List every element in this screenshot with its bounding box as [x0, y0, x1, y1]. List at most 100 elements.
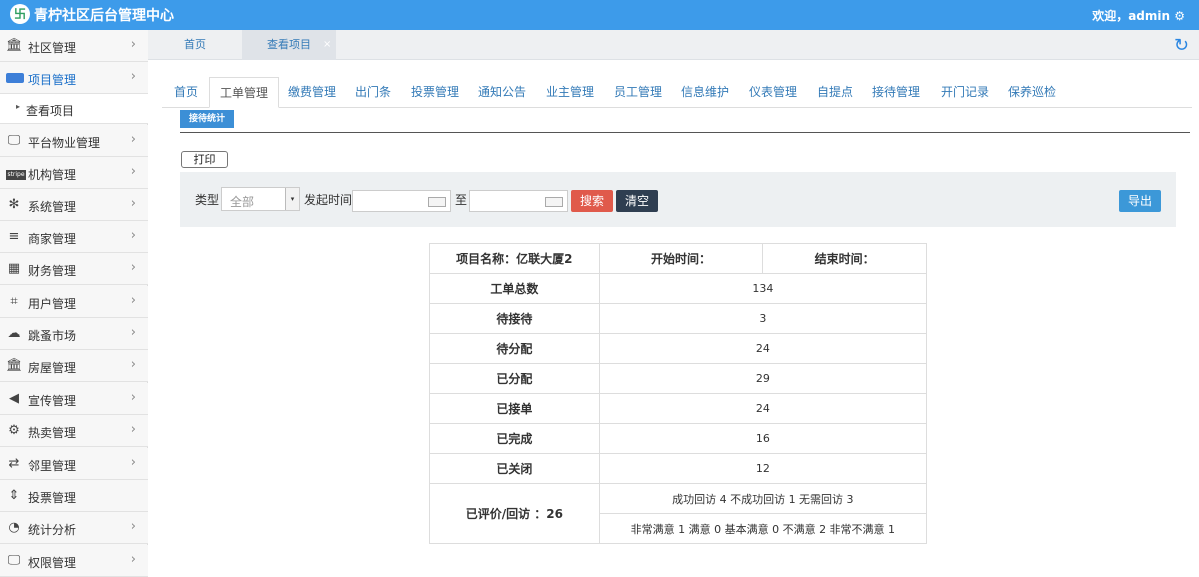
clear-button[interactable]: 清空 [616, 190, 658, 212]
sidebar-item-housing[interactable]: 🏛 房屋管理 › [0, 350, 148, 382]
subtab-door-record[interactable]: 开门记录 [941, 77, 989, 108]
sidebar-item-label: 项目管理 [28, 73, 77, 87]
sidebar-item-permissions[interactable]: 🖵 权限管理 › [0, 545, 148, 577]
start-time-label: 发起时间 [304, 193, 353, 207]
table-row: 已完成 16 [429, 423, 928, 454]
app-title: 青柠社区后台管理中心 [34, 8, 174, 24]
row-label: 工单总数 [429, 273, 600, 304]
sidebar-item-label: 统计分析 [28, 523, 77, 537]
refresh-icon[interactable]: ↻ [1174, 35, 1189, 56]
welcome-user-menu[interactable]: 欢迎，admin ⚙ [1092, 7, 1185, 24]
sidebar-item-flea-market[interactable]: ☁ 跳蚤市场 › [0, 318, 148, 350]
type-select-value: 全部 [230, 195, 255, 209]
sidebar-item-hot-sale[interactable]: ⚙ 热卖管理 › [0, 415, 148, 447]
table-row: 待分配 24 [429, 333, 928, 364]
table-row: 已评价/回访 ：26 成功回访 4 不成功回访 1 无需回访 3 [429, 483, 928, 544]
followup-summary: 成功回访 4 不成功回访 1 无需回访 3 [598, 483, 928, 514]
subtab-exit-pass[interactable]: 出门条 [355, 77, 391, 108]
end-time-cell: 结束时间： [762, 243, 927, 274]
sidebar-item-label: 平台物业管理 [28, 136, 101, 150]
chevron-right-icon: › [130, 390, 136, 405]
table-row: 待接待 3 [429, 303, 928, 334]
tab-view-project[interactable]: 查看项目 [242, 30, 336, 60]
chevron-right-icon: › [130, 357, 136, 372]
chevron-right-icon: › [130, 37, 136, 52]
stripe-icon: stripe [6, 170, 26, 180]
bank-icon: 🏛 [6, 38, 23, 53]
table-row: 已接单 24 [429, 393, 928, 424]
start-time-cell: 开始时间： [598, 243, 764, 274]
sidebar-item-project[interactable]: 项目管理 › [0, 62, 148, 94]
tab-home[interactable]: 首页 [148, 30, 242, 60]
export-button[interactable]: 导出 [1119, 190, 1161, 212]
table-row: 已关闭 12 [429, 453, 928, 484]
sidebar-item-community[interactable]: 🏛 社区管理 › [0, 30, 148, 62]
subtab-home[interactable]: 首页 [174, 77, 198, 108]
subtab-reception[interactable]: 接待管理 [872, 77, 920, 108]
chevron-right-icon: › [130, 260, 136, 275]
row-label: 已完成 [429, 423, 600, 454]
sidebar-item-finance[interactable]: ▦ 财务管理 › [0, 253, 148, 285]
subtab-work-order[interactable]: 工单管理 [209, 77, 280, 108]
row-value: 134 [598, 273, 928, 304]
evaluation-label: 已评价/回访 ：26 [429, 483, 600, 544]
sidebar-item-publicity[interactable]: ◀ 宣传管理 › [0, 383, 148, 415]
subtab-meter[interactable]: 仪表管理 [749, 77, 797, 108]
subtab-payment[interactable]: 缴费管理 [288, 77, 336, 108]
sidebar-subitem-label: 查看项目 [26, 104, 75, 118]
sidebar-subitem-view-project[interactable]: ▸ 查看项目 [0, 94, 148, 124]
reception-stats-button[interactable]: 接待统计 [180, 110, 234, 128]
sidebar-item-system[interactable]: ✻ 系统管理 › [0, 189, 148, 221]
subtab-owner[interactable]: 业主管理 [546, 77, 594, 108]
sidebar-item-label: 投票管理 [28, 491, 77, 505]
subtab-pickup-point[interactable]: 自提点 [817, 77, 853, 108]
pie-chart-icon: ◔ [8, 520, 20, 535]
calendar-icon[interactable] [428, 197, 446, 207]
type-select[interactable]: 全部 ▾ [221, 187, 300, 211]
table-row: 已分配 29 [429, 363, 928, 394]
sidebar: 🏛 社区管理 › 项目管理 › ▸ 查看项目 🖵 平台物业管理 › stripe… [0, 30, 148, 577]
subtab-staff[interactable]: 员工管理 [614, 77, 662, 108]
chevron-right-icon: › [130, 455, 136, 470]
subtab-maintenance-patrol[interactable]: 保养巡检 [1008, 77, 1056, 108]
chevron-right-icon: › [130, 228, 136, 243]
sidebar-item-voting[interactable]: ⇕ 投票管理 [0, 480, 148, 512]
row-value: 12 [598, 453, 928, 484]
subtab-voting[interactable]: 投票管理 [411, 77, 459, 108]
chevron-down-icon: ▾ [285, 188, 299, 210]
row-label: 已关闭 [429, 453, 600, 484]
close-icon[interactable]: × [323, 39, 331, 50]
subtab-notice[interactable]: 通知公告 [478, 77, 526, 108]
row-label: 已接单 [429, 393, 600, 424]
chevron-right-icon: › [130, 196, 136, 211]
satisfaction-summary: 非常满意 1 满意 0 基本满意 0 不满意 2 非常不满意 1 [598, 513, 928, 544]
sidebar-item-label: 宣传管理 [28, 394, 77, 408]
sidebar-item-label: 房屋管理 [28, 361, 77, 375]
sidebar-item-merchant[interactable]: ≡ 商家管理 › [0, 221, 148, 253]
sidebar-item-label: 系统管理 [28, 200, 77, 214]
search-button[interactable]: 搜索 [571, 190, 613, 212]
caret-right-icon: ▸ [16, 102, 21, 111]
start-date-input[interactable] [352, 190, 451, 212]
gear-icon: ⚙ [8, 423, 20, 438]
sidebar-item-label: 商家管理 [28, 232, 77, 246]
sidebar-item-statistics[interactable]: ◔ 统计分析 › [0, 512, 148, 544]
card-icon [6, 71, 24, 85]
row-value: 24 [598, 333, 928, 364]
bank-icon: 🏛 [6, 358, 23, 373]
sidebar-item-platform-property[interactable]: 🖵 平台物业管理 › [0, 125, 148, 157]
sidebar-item-neighborhood[interactable]: ⇄ 邻里管理 › [0, 448, 148, 480]
end-date-input[interactable] [469, 190, 568, 212]
top-bar: 卐 青柠社区后台管理中心 欢迎，admin ⚙ [0, 0, 1199, 30]
table-header-row: 项目名称：亿联大厦2 开始时间： 结束时间： [429, 243, 927, 274]
monitor-icon: 🖵 [7, 133, 21, 148]
subtab-info-maintenance[interactable]: 信息维护 [681, 77, 729, 108]
divider [180, 132, 1190, 133]
print-button[interactable]: 打印 [181, 151, 228, 168]
sidebar-item-organization[interactable]: stripe 机构管理 › [0, 157, 148, 189]
row-value: 3 [598, 303, 928, 334]
to-label: 至 [455, 193, 468, 207]
sidebar-item-label: 机构管理 [28, 168, 77, 182]
calendar-icon[interactable] [545, 197, 563, 207]
sidebar-item-users[interactable]: ⌗ 用户管理 › [0, 286, 148, 318]
